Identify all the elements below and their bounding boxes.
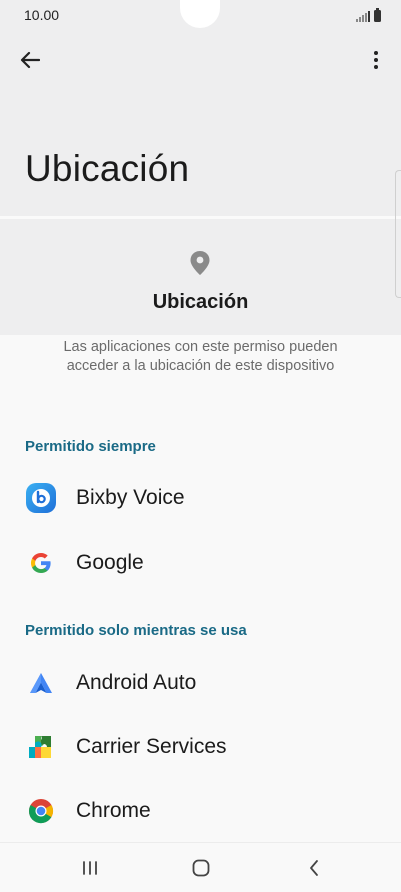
app-label-google: Google	[76, 551, 144, 574]
app-label-bixby-voice: Bixby Voice	[76, 486, 185, 509]
section-header-always: Permitido siempre	[25, 438, 156, 455]
location-pin-icon	[190, 251, 210, 275]
bixby-voice-icon	[26, 483, 56, 513]
signal-icon	[356, 10, 370, 22]
google-icon	[26, 548, 56, 578]
recent-apps-button[interactable]	[70, 851, 110, 885]
app-row-chrome[interactable]: Chrome	[0, 781, 401, 841]
home-icon	[192, 859, 210, 877]
app-row-bixby-voice[interactable]: Bixby Voice	[0, 468, 401, 528]
app-label-chrome: Chrome	[76, 799, 151, 822]
app-row-carrier-services[interactable]: Carrier Services	[0, 717, 401, 777]
app-label-carrier-services: Carrier Services	[76, 735, 227, 758]
app-row-android-auto[interactable]: Android Auto	[0, 653, 401, 713]
battery-icon	[374, 8, 381, 22]
back-button[interactable]	[14, 45, 46, 75]
chrome-icon	[26, 796, 56, 826]
status-bar: 10.00	[0, 0, 401, 30]
status-icons	[356, 8, 381, 22]
recent-apps-icon	[83, 861, 97, 875]
chevron-left-icon	[310, 860, 318, 876]
page-title: Ubicación	[25, 148, 190, 189]
carrier-services-icon	[26, 732, 56, 762]
app-row-google[interactable]: Google	[0, 533, 401, 593]
permission-description: Las aplicaciones con este permiso pueden…	[63, 339, 338, 374]
section-header-while-in-use: Permitido solo mientras se usa	[25, 622, 247, 639]
permission-title: Ubicación	[152, 291, 249, 313]
title-divider	[0, 216, 401, 219]
home-button[interactable]	[181, 851, 221, 885]
status-time: 10.00	[24, 7, 60, 23]
android-auto-icon	[26, 668, 56, 698]
more-options-button[interactable]	[363, 45, 389, 75]
navigation-bar	[0, 842, 401, 892]
back-nav-button[interactable]	[294, 851, 334, 885]
scroll-indicator[interactable]	[395, 170, 401, 298]
more-vert-icon	[374, 51, 378, 55]
app-label-android-auto: Android Auto	[76, 671, 197, 694]
arrow-left-icon	[20, 51, 40, 69]
camera-notch	[180, 0, 220, 28]
